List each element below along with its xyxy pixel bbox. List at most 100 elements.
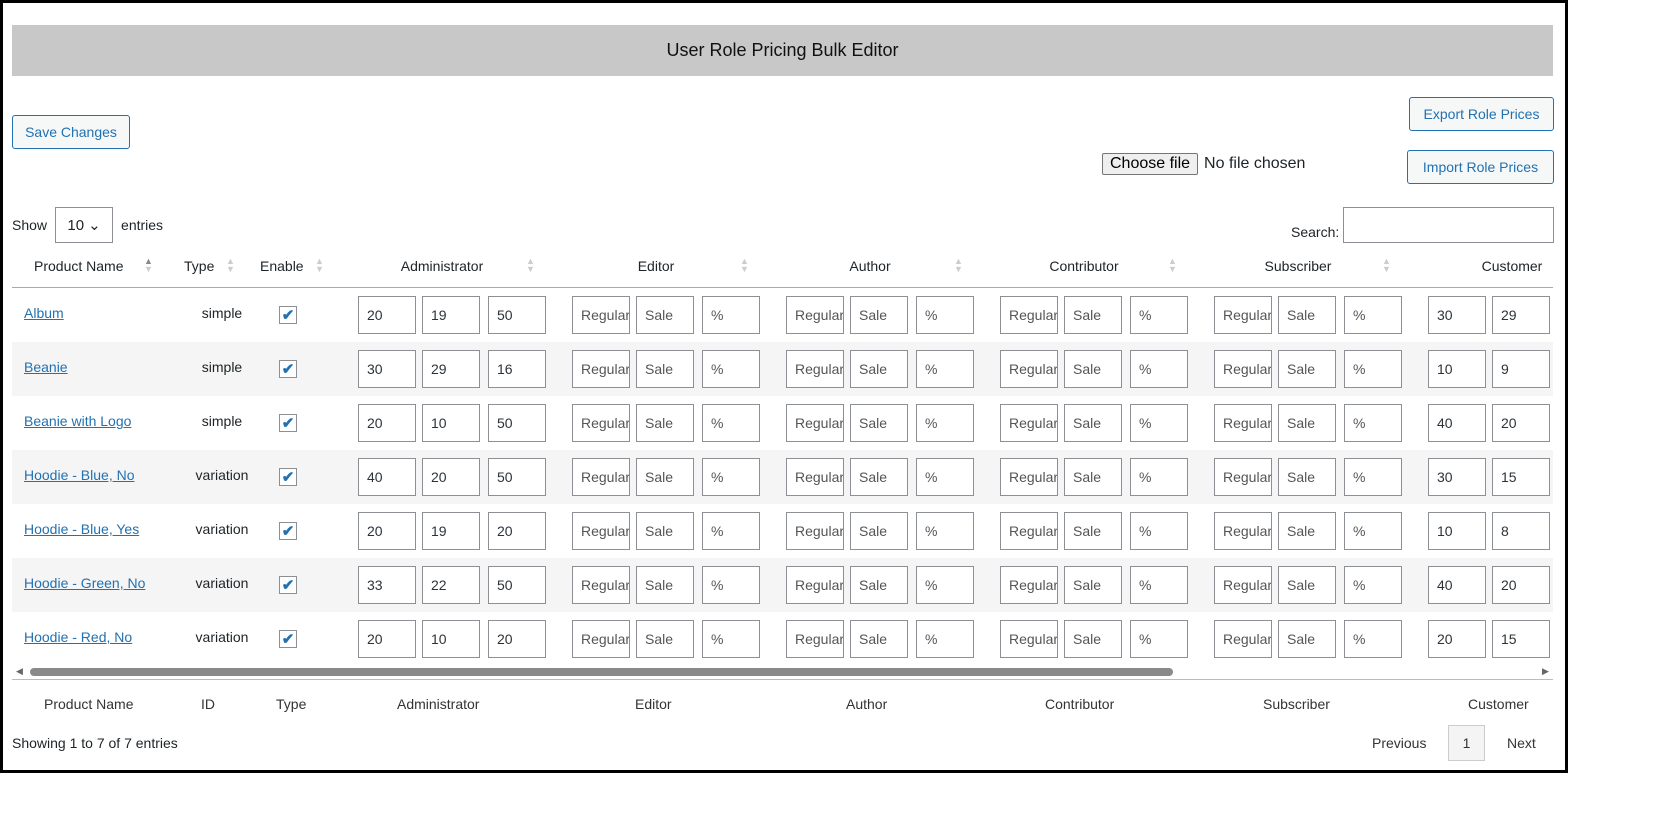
role-price-input-editor-regular[interactable] bbox=[572, 404, 630, 442]
role-price-input-contributor-regular[interactable] bbox=[1000, 458, 1058, 496]
role-price-input-contributor-regular[interactable] bbox=[1000, 620, 1058, 658]
role-price-input-author-percent[interactable] bbox=[916, 350, 974, 388]
role-price-input-contributor-sale[interactable] bbox=[1064, 566, 1122, 604]
role-price-input-editor-sale[interactable] bbox=[636, 566, 694, 604]
role-price-input-author-percent[interactable] bbox=[916, 620, 974, 658]
role-price-input-editor-sale[interactable] bbox=[636, 350, 694, 388]
role-price-input-administrator-percent[interactable] bbox=[488, 512, 546, 550]
role-price-input-editor-percent[interactable] bbox=[702, 620, 760, 658]
role-price-input-author-regular[interactable] bbox=[786, 566, 844, 604]
choose-file-button[interactable]: Choose file bbox=[1102, 153, 1199, 175]
sort-icon[interactable]: ▲ ▼ bbox=[1382, 257, 1391, 274]
export-role-prices-button[interactable]: Export Role Prices bbox=[1409, 97, 1554, 131]
role-price-input-editor-percent[interactable] bbox=[702, 350, 760, 388]
role-price-input-subscriber-sale[interactable] bbox=[1278, 566, 1336, 604]
column-header-author[interactable]: Author bbox=[770, 258, 970, 274]
sort-icon[interactable]: ▲ ▼ bbox=[954, 257, 963, 274]
role-price-input-administrator-regular[interactable] bbox=[358, 296, 416, 334]
role-price-input-author-sale[interactable] bbox=[850, 296, 908, 334]
scrollbar-thumb[interactable] bbox=[30, 668, 1173, 676]
role-price-input-author-sale[interactable] bbox=[850, 620, 908, 658]
role-price-input-editor-sale[interactable] bbox=[636, 512, 694, 550]
enable-checkbox[interactable]: ✔ bbox=[279, 630, 297, 648]
sort-icon[interactable]: ▲ ▼ bbox=[526, 257, 535, 274]
role-price-input-customer-regular[interactable] bbox=[1428, 350, 1486, 388]
enable-checkbox[interactable]: ✔ bbox=[279, 576, 297, 594]
role-price-input-editor-regular[interactable] bbox=[572, 620, 630, 658]
role-price-input-editor-regular[interactable] bbox=[572, 296, 630, 334]
role-price-input-editor-percent[interactable] bbox=[702, 458, 760, 496]
scroll-right-icon[interactable]: ▶ bbox=[1542, 666, 1549, 677]
column-header[interactable]: Type bbox=[184, 258, 214, 274]
role-price-input-contributor-regular[interactable] bbox=[1000, 350, 1058, 388]
role-price-input-contributor-sale[interactable] bbox=[1064, 296, 1122, 334]
enable-checkbox[interactable]: ✔ bbox=[279, 468, 297, 486]
column-header[interactable]: Enable bbox=[260, 258, 304, 274]
role-price-input-author-regular[interactable] bbox=[786, 512, 844, 550]
role-price-input-editor-sale[interactable] bbox=[636, 404, 694, 442]
column-header-subscriber[interactable]: Subscriber bbox=[1198, 258, 1398, 274]
role-price-input-customer-regular[interactable] bbox=[1428, 566, 1486, 604]
role-price-input-administrator-regular[interactable] bbox=[358, 512, 416, 550]
enable-checkbox[interactable]: ✔ bbox=[279, 360, 297, 378]
role-price-input-contributor-sale[interactable] bbox=[1064, 350, 1122, 388]
role-price-input-author-regular[interactable] bbox=[786, 350, 844, 388]
role-price-input-editor-sale[interactable] bbox=[636, 296, 694, 334]
role-price-input-contributor-percent[interactable] bbox=[1130, 458, 1188, 496]
role-price-input-subscriber-regular[interactable] bbox=[1214, 512, 1272, 550]
role-price-input-customer-sale[interactable] bbox=[1492, 566, 1550, 604]
role-price-input-administrator-sale[interactable] bbox=[422, 404, 480, 442]
role-price-input-subscriber-sale[interactable] bbox=[1278, 350, 1336, 388]
role-price-input-author-percent[interactable] bbox=[916, 512, 974, 550]
sort-icon[interactable]: ▲ ▼ bbox=[315, 257, 324, 274]
role-price-input-author-percent[interactable] bbox=[916, 404, 974, 442]
role-price-input-author-sale[interactable] bbox=[850, 566, 908, 604]
role-price-input-subscriber-regular[interactable] bbox=[1214, 458, 1272, 496]
column-header-customer[interactable]: Customer bbox=[1412, 258, 1553, 274]
enable-checkbox[interactable]: ✔ bbox=[279, 306, 297, 324]
import-role-prices-button[interactable]: Import Role Prices bbox=[1407, 150, 1554, 184]
role-price-input-author-regular[interactable] bbox=[786, 458, 844, 496]
role-price-input-contributor-percent[interactable] bbox=[1130, 566, 1188, 604]
next-page-button[interactable]: Next bbox=[1507, 725, 1536, 761]
role-price-input-customer-sale[interactable] bbox=[1492, 296, 1550, 334]
role-price-input-subscriber-regular[interactable] bbox=[1214, 296, 1272, 334]
product-name-link[interactable]: Album bbox=[24, 305, 64, 321]
role-price-input-editor-percent[interactable] bbox=[702, 404, 760, 442]
role-price-input-editor-percent[interactable] bbox=[702, 566, 760, 604]
role-price-input-editor-percent[interactable] bbox=[702, 512, 760, 550]
role-price-input-author-regular[interactable] bbox=[786, 296, 844, 334]
role-price-input-subscriber-sale[interactable] bbox=[1278, 404, 1336, 442]
role-price-input-subscriber-percent[interactable] bbox=[1344, 296, 1402, 334]
role-price-input-administrator-percent[interactable] bbox=[488, 350, 546, 388]
role-price-input-customer-regular[interactable] bbox=[1428, 512, 1486, 550]
role-price-input-subscriber-percent[interactable] bbox=[1344, 566, 1402, 604]
role-price-input-customer-sale[interactable] bbox=[1492, 458, 1550, 496]
product-name-link[interactable]: Hoodie - Green, No bbox=[24, 575, 145, 591]
role-price-input-subscriber-regular[interactable] bbox=[1214, 620, 1272, 658]
role-price-input-contributor-regular[interactable] bbox=[1000, 566, 1058, 604]
role-price-input-subscriber-percent[interactable] bbox=[1344, 458, 1402, 496]
role-price-input-editor-regular[interactable] bbox=[572, 566, 630, 604]
role-price-input-subscriber-regular[interactable] bbox=[1214, 404, 1272, 442]
role-price-input-editor-regular[interactable] bbox=[572, 458, 630, 496]
role-price-input-contributor-sale[interactable] bbox=[1064, 620, 1122, 658]
enable-checkbox[interactable]: ✔ bbox=[279, 522, 297, 540]
role-price-input-customer-sale[interactable] bbox=[1492, 404, 1550, 442]
role-price-input-administrator-percent[interactable] bbox=[488, 566, 546, 604]
sort-icon[interactable]: ▲ ▼ bbox=[226, 257, 235, 274]
column-header-administrator[interactable]: Administrator bbox=[342, 258, 542, 274]
role-price-input-customer-regular[interactable] bbox=[1428, 458, 1486, 496]
role-price-input-editor-percent[interactable] bbox=[702, 296, 760, 334]
role-price-input-contributor-percent[interactable] bbox=[1130, 620, 1188, 658]
role-price-input-customer-regular[interactable] bbox=[1428, 296, 1486, 334]
role-price-input-administrator-regular[interactable] bbox=[358, 350, 416, 388]
sort-icon[interactable]: ▲ ▼ bbox=[144, 257, 153, 274]
role-price-input-author-percent[interactable] bbox=[916, 566, 974, 604]
role-price-input-administrator-percent[interactable] bbox=[488, 296, 546, 334]
column-header-contributor[interactable]: Contributor bbox=[984, 258, 1184, 274]
role-price-input-contributor-percent[interactable] bbox=[1130, 350, 1188, 388]
role-price-input-author-regular[interactable] bbox=[786, 620, 844, 658]
role-price-input-editor-sale[interactable] bbox=[636, 458, 694, 496]
role-price-input-customer-regular[interactable] bbox=[1428, 620, 1486, 658]
